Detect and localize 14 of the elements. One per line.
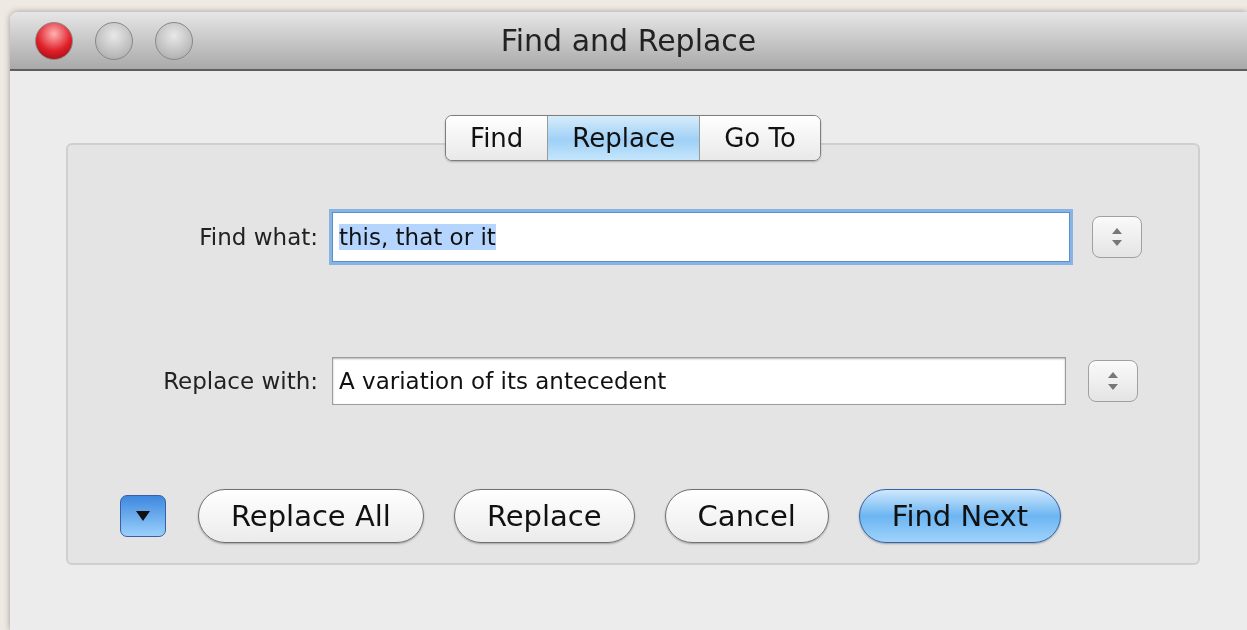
field-label: Find what: <box>198 224 319 250</box>
text-field[interactable]: this, that or it <box>332 212 1070 262</box>
window-title: Find and Replace <box>500 23 757 58</box>
tab[interactable]: Go To <box>699 116 820 160</box>
push-button[interactable]: Cancel <box>664 489 829 543</box>
text-field[interactable]: A variation of its antecedent <box>332 357 1066 405</box>
field-value: A variation of its antecedent <box>339 368 667 394</box>
tab[interactable]: Replace <box>547 116 700 160</box>
field-label: Replace with: <box>162 368 319 394</box>
push-button[interactable]: Replace All <box>198 489 424 543</box>
push-button[interactable]: Find Next <box>858 489 1062 543</box>
push-button[interactable]: Replace <box>453 489 635 543</box>
field-value: this, that or it <box>339 224 496 250</box>
tab[interactable]: Find <box>446 116 548 160</box>
